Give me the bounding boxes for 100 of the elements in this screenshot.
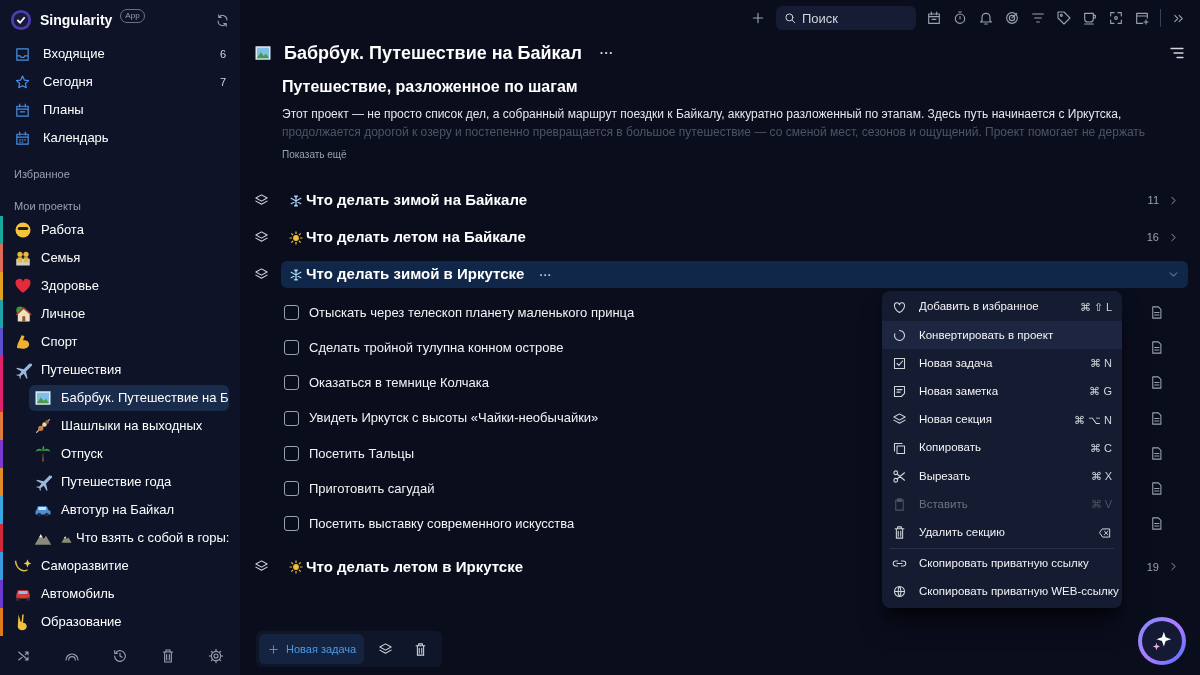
nav-item[interactable]: Сегодня 7	[0, 68, 240, 96]
backspace-icon	[1098, 525, 1112, 540]
heart-icon	[892, 299, 907, 315]
section-title[interactable]: Что делать летом на Байкале	[306, 226, 526, 249]
note-icon[interactable]	[1149, 516, 1164, 532]
nav-item[interactable]: Календарь	[0, 124, 240, 152]
timer-icon[interactable]	[952, 10, 968, 26]
menu-item[interactable]: Новая секция ⌘ ⌥ N	[882, 405, 1122, 434]
sync-icon[interactable]	[215, 12, 230, 28]
new-task-button[interactable]: Новая задача	[259, 634, 365, 664]
assistant-button[interactable]	[1138, 617, 1186, 665]
menu-label: Вырезать	[919, 468, 972, 484]
task-text: Приготовить сагудай	[309, 479, 435, 498]
add-window-icon[interactable]	[1134, 10, 1150, 26]
sun-icon	[289, 230, 303, 245]
show-more-link[interactable]: Показать ещё	[282, 147, 347, 162]
project-label: Здоровье	[41, 277, 100, 296]
note-icon[interactable]	[1149, 375, 1164, 391]
section-header[interactable]: Что делать зимой в Иркутске	[281, 261, 1188, 288]
comet-icon	[14, 557, 32, 575]
history-icon[interactable]	[112, 648, 128, 664]
menu-item[interactable]: Новая заметка ⌘ G	[882, 377, 1122, 406]
project-label: Бабрбук. Путешествие на Б	[61, 389, 229, 408]
project-item[interactable]: Образование	[13, 609, 233, 635]
menu-label: Добавить в избранное	[919, 299, 1040, 315]
menu-item[interactable]: Новая задача ⌘ N	[882, 349, 1122, 378]
scissors-icon	[892, 468, 907, 484]
task-checkbox[interactable]	[284, 445, 299, 461]
nav-item[interactable]: Планы	[0, 96, 240, 124]
task-text: Посетить выставку современного искусства	[309, 514, 575, 533]
airplane-icon	[14, 361, 32, 379]
project-item[interactable]: Саморазвитие	[13, 553, 233, 579]
shuffle-icon[interactable]	[16, 648, 32, 664]
menu-item[interactable]: Скопировать приватную WEB-ссылку	[882, 577, 1122, 607]
skewer-icon	[34, 417, 52, 435]
task-text: Увидеть Иркутск с высоты «Чайки-необычайки»	[309, 409, 599, 428]
project-item[interactable]: Отпуск	[29, 441, 229, 467]
copy-icon	[892, 440, 907, 456]
globe-icon	[892, 584, 907, 600]
project-item[interactable]: Шашлыки на выходных	[29, 413, 229, 439]
tag-icon[interactable]	[1056, 10, 1072, 26]
section-title[interactable]: Что делать летом в Иркутске	[306, 555, 524, 579]
menu-label: Скопировать приватную ссылку	[919, 556, 1090, 572]
menu-item[interactable]: Копировать ⌘ C	[882, 433, 1122, 463]
bell-icon[interactable]	[978, 10, 994, 26]
snowflake-icon	[289, 267, 303, 282]
task-checkbox[interactable]	[284, 375, 299, 391]
settings-icon[interactable]	[208, 648, 224, 664]
project-item[interactable]: Путешествия	[13, 357, 233, 383]
app-name: Singularity	[40, 10, 113, 30]
section-title: Что делать зимой в Иркутске	[306, 264, 525, 285]
layers-icon[interactable]	[254, 230, 269, 245]
project-item[interactable]: Семья	[13, 245, 233, 271]
task-checkbox[interactable]	[284, 481, 299, 497]
shortcut-text: ⌘ N	[1090, 356, 1112, 372]
section-count: 16	[1146, 230, 1159, 246]
task-checkbox[interactable]	[284, 340, 299, 356]
layers-icon[interactable]	[378, 641, 394, 657]
focus-icon[interactable]	[1108, 10, 1124, 26]
project-item[interactable]: Бабрбук. Путешествие на Б	[29, 385, 229, 411]
shortcut-text: ⌘ ⌥ N	[1073, 412, 1112, 428]
add-icon[interactable]	[750, 10, 766, 26]
project-item[interactable]: Путешествие года	[29, 469, 229, 495]
target-icon[interactable]	[1004, 10, 1020, 26]
item-count: 7	[219, 74, 226, 90]
menu-item[interactable]: Скопировать приватную ссылку	[882, 549, 1122, 578]
task-checkbox[interactable]	[284, 410, 299, 426]
nav-item[interactable]: Входящие 6	[0, 40, 240, 68]
task-checkbox[interactable]	[284, 516, 299, 532]
project-item[interactable]: Здоровье	[13, 273, 233, 299]
item-count: 6	[219, 46, 226, 62]
shortcut-text: ⌘ V	[1090, 497, 1112, 513]
cup-icon[interactable]	[1082, 10, 1098, 26]
project-heading: Путешествие, разложенное по шагам	[282, 77, 579, 97]
layers-icon[interactable]	[254, 267, 269, 282]
project-item[interactable]: Работа	[13, 217, 233, 243]
menu-item[interactable]: Вырезать ⌘ X	[882, 462, 1122, 491]
section-title[interactable]: Что делать зимой на Байкале	[306, 189, 528, 212]
note-icon[interactable]	[1149, 305, 1164, 321]
project-item[interactable]: Автотур на Байкал	[29, 497, 229, 523]
search-field[interactable]: Поиск	[776, 6, 916, 31]
menu-item[interactable]: Добавить в избранное ⌘ ⇧ L	[882, 293, 1122, 322]
project-item[interactable]: Личное	[13, 301, 233, 327]
project-item[interactable]: Что взять с собой в горы:	[29, 525, 229, 551]
note-icon[interactable]	[1149, 481, 1164, 497]
note-icon[interactable]	[1149, 340, 1164, 356]
filter-icon[interactable]	[1030, 10, 1046, 26]
trash-icon[interactable]	[160, 648, 176, 664]
note-icon[interactable]	[1149, 410, 1164, 426]
calendar-icon[interactable]	[926, 10, 942, 26]
project-title: Бабрбук. Путешествие на Байкал	[284, 41, 583, 65]
note-icon[interactable]	[1149, 445, 1164, 461]
project-item[interactable]: Спорт	[13, 329, 233, 355]
task-checkbox[interactable]	[284, 305, 299, 321]
project-label: Личное	[41, 305, 86, 324]
project-item[interactable]: Автомобиль	[13, 581, 233, 607]
menu-item[interactable]: Удалить секцию	[882, 518, 1122, 547]
layers-icon[interactable]	[254, 193, 269, 208]
menu-item[interactable]: Конвертировать в проект	[882, 321, 1122, 350]
menu-label: Вставить	[919, 496, 969, 512]
